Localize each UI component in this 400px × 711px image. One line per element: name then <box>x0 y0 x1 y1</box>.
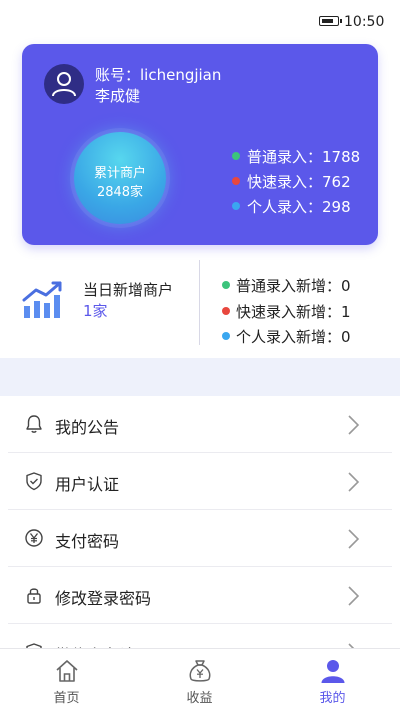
blue-dot-icon <box>232 202 240 210</box>
battery-icon <box>319 16 342 26</box>
nav-mine[interactable]: 我的 <box>266 649 399 711</box>
user-icon <box>52 72 76 97</box>
section-separator <box>0 358 400 396</box>
bottom-nav: 首页 收益 我的 <box>0 648 400 711</box>
red-dot-icon <box>232 177 240 185</box>
yen-circle-icon <box>25 529 43 547</box>
account-card: 账号：lichengjian 李成健 累计商户 2848家 普通录入：1788 … <box>22 44 378 245</box>
avatar[interactable] <box>44 64 84 104</box>
nav-label: 首页 <box>53 691 80 706</box>
chevron-right-icon <box>348 415 360 435</box>
money-bag-icon <box>189 660 210 682</box>
menu-item-user-verification[interactable]: 用户认证 <box>0 453 400 510</box>
menu-label: 用户认证 <box>55 475 120 494</box>
total-merchants-count: 2848家 <box>96 185 144 200</box>
nav-label: 我的 <box>319 691 346 706</box>
green-dot-icon <box>232 152 240 160</box>
shield-check-icon <box>26 472 42 491</box>
status-time: 10:50 <box>344 14 385 30</box>
today-count: 1家 <box>83 302 108 320</box>
chevron-right-icon <box>348 529 360 549</box>
total-merchants-label: 累计商户 <box>93 166 146 181</box>
account-label: 账号：lichengjian <box>95 66 222 84</box>
divider <box>199 260 200 345</box>
menu-label: 我的公告 <box>55 418 120 437</box>
lock-icon <box>27 588 41 604</box>
user-icon <box>321 660 344 683</box>
menu-item-announcements[interactable]: 我的公告 <box>0 396 400 453</box>
user-name: 李成健 <box>95 87 141 105</box>
blue-dot-icon <box>222 332 230 340</box>
trend-chart-icon <box>22 281 62 318</box>
menu-label: 修改登录密码 <box>55 589 152 608</box>
nav-earnings[interactable]: 收益 <box>133 649 266 711</box>
today-title: 当日新增商户 <box>83 281 174 299</box>
red-dot-icon <box>222 307 230 315</box>
green-dot-icon <box>222 281 230 289</box>
menu-item-change-login-password[interactable]: 修改登录密码 <box>0 567 400 624</box>
nav-home[interactable]: 首页 <box>0 649 133 711</box>
menu-item-payment-password[interactable]: 支付密码 <box>0 510 400 567</box>
home-icon <box>55 660 78 682</box>
menu-label: 支付密码 <box>55 532 120 551</box>
bell-icon <box>26 415 42 433</box>
chevron-right-icon <box>348 472 360 492</box>
status-bar: 10:50 <box>0 0 400 40</box>
nav-label: 收益 <box>186 691 213 706</box>
chevron-right-icon <box>348 586 360 606</box>
